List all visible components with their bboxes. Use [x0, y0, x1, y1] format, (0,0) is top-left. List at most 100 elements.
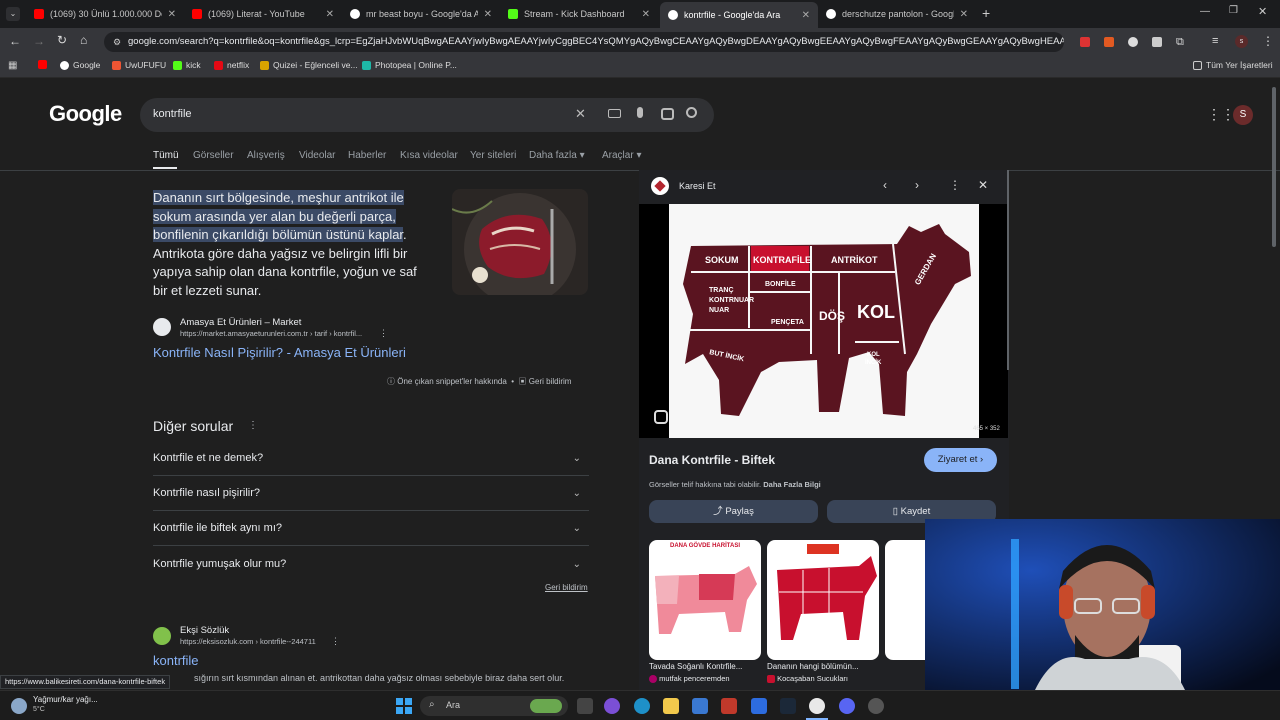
search-box[interactable]: kontrfile ✕ — [140, 98, 714, 132]
tab-news[interactable]: Haberler — [348, 150, 386, 161]
more-options-icon[interactable]: ⋮ — [379, 328, 388, 339]
steam-icon[interactable] — [780, 698, 796, 714]
puzzle-icon[interactable]: ⧉ — [1176, 36, 1184, 49]
bookmark-youtube[interactable] — [38, 60, 47, 69]
taskbar-search[interactable]: ⌕ Ara — [420, 696, 568, 716]
app-icon[interactable] — [721, 698, 737, 714]
profile-avatar[interactable]: s — [1235, 35, 1248, 48]
address-bar-input[interactable]: google.com/search?q=kontrfile&oq=kontrfi… — [104, 32, 1064, 52]
tab-videos[interactable]: Videolar — [299, 150, 336, 161]
next-icon[interactable]: › — [915, 178, 919, 192]
tab-web[interactable]: Yer siteleri — [470, 150, 516, 161]
share-button[interactable]: ⤴ Paylaş — [649, 500, 818, 523]
tab-images[interactable]: Görseller — [193, 150, 234, 161]
windows-start-icon[interactable] — [396, 698, 412, 714]
more-options-icon[interactable]: ⋮ — [331, 636, 340, 647]
image-source-name[interactable]: Karesi Et — [679, 181, 716, 191]
close-icon[interactable]: ✕ — [484, 9, 492, 20]
tab-item[interactable]: mr beast boyu - Google'da Ara ✕ — [342, 4, 500, 24]
tab-search-button[interactable]: ⌄ — [6, 7, 20, 21]
google-apps-icon[interactable]: ⋮⋮ — [1207, 106, 1235, 123]
reload-icon[interactable]: ↻ — [57, 33, 67, 47]
task-view-icon[interactable] — [577, 698, 593, 714]
tab-shopping[interactable]: Alışveriş — [247, 150, 285, 161]
image-title[interactable]: Dana Kontrfile - Biftek — [649, 453, 775, 467]
about-snippets-link[interactable]: ⓘ Öne çıkan snippet'ler hakkında • ▣ Ger… — [387, 376, 571, 387]
tab-tools[interactable]: Araçlar ▾ — [602, 150, 642, 161]
tab-short-videos[interactable]: Kısa videolar — [400, 150, 458, 161]
mail-icon[interactable] — [751, 698, 767, 714]
bookmark-kick[interactable]: kick — [173, 60, 201, 70]
extension-icon[interactable] — [1128, 37, 1138, 47]
chrome-icon[interactable] — [809, 698, 825, 714]
bookmark-quizei[interactable]: Quizei - Eğlenceli ve... — [260, 60, 358, 70]
result-link[interactable]: Kontrfile Nasıl Pişirilir? - Amasya Et Ü… — [153, 345, 406, 360]
tab-more[interactable]: Daha fazla ▾ — [529, 150, 585, 161]
tab-item[interactable]: (1069) 30 Ünlü 1.000.000 Dolar ✕ — [26, 4, 184, 24]
maximize-button[interactable]: ❐ — [1229, 5, 1238, 16]
edge-icon[interactable] — [634, 698, 650, 714]
apps-grid-icon[interactable]: ▦ — [8, 60, 17, 71]
more-info-link[interactable]: Daha Fazla Bilgi — [763, 480, 821, 489]
bookmark-photopea[interactable]: Photopea | Online P... — [362, 60, 457, 70]
source-url[interactable]: https://market.amasyaeturunleri.com.tr ›… — [180, 329, 362, 338]
close-window-button[interactable]: ✕ — [1258, 5, 1267, 18]
bookmark-uwufufu[interactable]: UwUFUFU — [112, 60, 166, 70]
tab-all[interactable]: Tümü — [153, 150, 179, 161]
close-icon[interactable]: ✕ — [960, 9, 968, 20]
tab-item[interactable]: Stream - Kick Dashboard ✕ — [500, 4, 658, 24]
clear-icon[interactable]: ✕ — [575, 106, 586, 122]
tab-item[interactable]: derschutze pantolon - Google' ✕ — [818, 4, 976, 24]
lens-search-icon[interactable] — [654, 410, 668, 424]
question-item[interactable]: Kontrfile nasıl pişirilir? ⌄ — [153, 476, 589, 511]
keyboard-icon[interactable] — [608, 109, 621, 118]
site-info-icon[interactable]: ⚙ — [113, 37, 123, 47]
store-icon[interactable] — [692, 698, 708, 714]
related-title[interactable]: Tavada Soğanlı Kontrfile... — [649, 662, 761, 671]
back-icon[interactable]: ← — [9, 34, 21, 48]
extension-icon[interactable] — [1104, 37, 1114, 47]
search-input[interactable]: kontrfile — [153, 108, 192, 120]
extension-icon[interactable] — [1080, 37, 1090, 47]
new-tab-button[interactable]: + — [982, 5, 990, 21]
obs-icon[interactable] — [868, 698, 884, 714]
scrollbar[interactable] — [1007, 170, 1009, 370]
result-url[interactable]: https://eksisozluk.com › kontrfile--2447… — [180, 637, 316, 646]
weather-icon[interactable] — [11, 698, 27, 714]
bookmark-google[interactable]: Google — [60, 60, 100, 70]
close-icon[interactable]: ✕ — [642, 9, 650, 20]
main-image-frame[interactable]: SOKUM KONTRAFİLE ANTRİKOT GERDAN TRANÇ K… — [639, 204, 1008, 438]
weather-condition[interactable]: Yağmur/kar yağı... — [33, 695, 98, 704]
lens-icon[interactable] — [661, 108, 674, 120]
file-explorer-icon[interactable] — [663, 698, 679, 714]
question-item[interactable]: Kontrfile et ne demek? ⌄ — [153, 441, 589, 476]
result-title-link[interactable]: kontrfile — [153, 653, 199, 668]
home-icon[interactable]: ⌂ — [80, 33, 87, 47]
avatar[interactable]: S — [1233, 105, 1253, 125]
all-bookmarks[interactable]: Tüm Yer İşaretleri — [1193, 60, 1273, 70]
page-scrollbar[interactable] — [1272, 87, 1276, 247]
microphone-icon[interactable] — [637, 107, 643, 118]
forward-icon[interactable]: → — [33, 34, 45, 48]
related-image[interactable]: DANA GÖVDE HARİTASI — [649, 540, 761, 660]
close-icon[interactable]: ✕ — [326, 9, 334, 20]
questions-feedback-link[interactable]: Geri bildirim — [545, 583, 588, 592]
related-title[interactable]: Dananın hangi bölümün... — [767, 662, 879, 671]
close-panel-icon[interactable]: ✕ — [978, 178, 988, 192]
discord-icon[interactable] — [839, 698, 855, 714]
question-item[interactable]: Kontrfile ile biftek aynı mı? ⌄ — [153, 511, 589, 546]
close-icon[interactable]: ✕ — [802, 10, 810, 21]
related-image[interactable] — [767, 540, 879, 660]
close-icon[interactable]: ✕ — [168, 9, 176, 20]
sidepanel-icon[interactable]: ≡ — [1212, 35, 1218, 47]
bookmark-netflix[interactable]: netflix — [214, 60, 249, 70]
tab-item[interactable]: (1069) Literat - YouTube ✕ — [184, 4, 342, 24]
steak-image[interactable] — [452, 189, 588, 295]
google-logo[interactable]: Google — [49, 101, 122, 127]
menu-dots-icon[interactable]: ⋮ — [1262, 34, 1274, 48]
question-item[interactable]: Kontrfile yumuşak olur mu? ⌄ — [153, 547, 589, 582]
feedback-label[interactable]: Geri bildirim — [529, 377, 572, 386]
more-options-icon[interactable]: ⋮ — [949, 178, 961, 192]
related-image-partial[interactable] — [885, 540, 925, 660]
copilot-icon[interactable] — [604, 698, 620, 714]
